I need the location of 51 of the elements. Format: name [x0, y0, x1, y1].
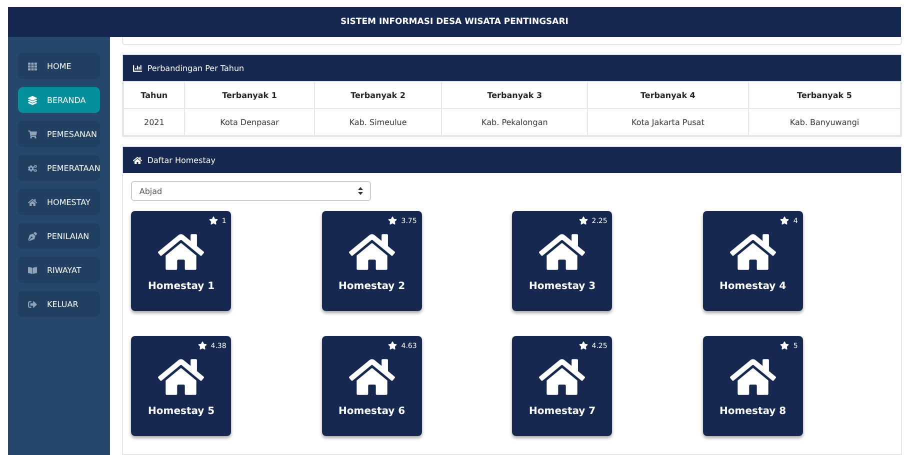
- homestay-name: Homestay 4: [720, 281, 786, 292]
- menu-icon: [28, 130, 37, 138]
- sidebar-item[interactable]: PEMESANAN: [18, 121, 100, 147]
- homestay-name: Homestay 2: [338, 281, 406, 292]
- app-title: SISTEM INFORMASI DESA WISATA PENTINGSARI: [340, 17, 568, 27]
- sidebar-item[interactable]: PENILAIAN: [18, 223, 100, 249]
- star-icon: [388, 216, 398, 225]
- sort-select[interactable]: Abjad: [131, 181, 372, 201]
- star-icon: [578, 341, 588, 350]
- star-icon: [388, 341, 398, 350]
- menu-icon: [28, 164, 37, 172]
- column-header: Terbanyak 3: [442, 82, 588, 108]
- star-icon: [198, 341, 207, 350]
- homestay-name: Homestay 7: [529, 406, 596, 417]
- sort-caret-icon: [358, 187, 364, 195]
- star-icon: [208, 216, 218, 225]
- menu-icon: [28, 96, 37, 104]
- panel-title: Perbandingan Per Tahun: [147, 64, 244, 72]
- menu-icon: [28, 198, 37, 206]
- homestay-name: Homestay 1: [148, 281, 215, 292]
- sidebar-item[interactable]: BERANDA: [18, 87, 100, 113]
- table-cell: Kota Denpasar: [184, 108, 315, 136]
- star-icon: [780, 216, 790, 225]
- chart-icon: [133, 64, 142, 72]
- sidebar-item[interactable]: RIWAYAT: [18, 257, 100, 283]
- table-cell: Kab. Simeulue: [314, 108, 442, 136]
- table-cell: Kota Jakarta Pusat: [588, 108, 748, 136]
- homestay-name: Homestay 6: [338, 406, 406, 417]
- star-icon: [780, 341, 790, 350]
- table-cell: Kab. Pekalongan: [442, 108, 588, 136]
- sidebar-item[interactable]: KELUAR: [18, 291, 100, 317]
- sidebar-item[interactable]: HOMESTAY: [18, 189, 100, 215]
- menu-icon: [28, 300, 37, 308]
- menu-icon: [28, 232, 37, 240]
- homestay-name: Homestay 5: [148, 406, 215, 417]
- house-icon: [133, 156, 142, 164]
- panel-title: Daftar Homestay: [147, 156, 216, 164]
- column-header: Terbanyak 1: [184, 82, 315, 108]
- menu-icon: [28, 62, 37, 70]
- column-header: Terbanyak 5: [748, 82, 901, 108]
- column-header: Terbanyak 4: [588, 82, 748, 108]
- homestay-name: Homestay 3: [529, 281, 596, 292]
- sidebar-item[interactable]: PEMERATAAN: [18, 155, 100, 181]
- column-header: Terbanyak 2: [314, 82, 442, 108]
- column-header: Tahun: [124, 82, 185, 108]
- table-cell: Kab. Banyuwangi: [748, 108, 901, 136]
- homestay-name: Homestay 8: [720, 406, 786, 417]
- table-cell: 2021: [124, 108, 185, 136]
- menu-icon: [28, 266, 37, 274]
- sidebar-item[interactable]: HOME: [18, 53, 100, 79]
- star-icon: [578, 216, 588, 225]
